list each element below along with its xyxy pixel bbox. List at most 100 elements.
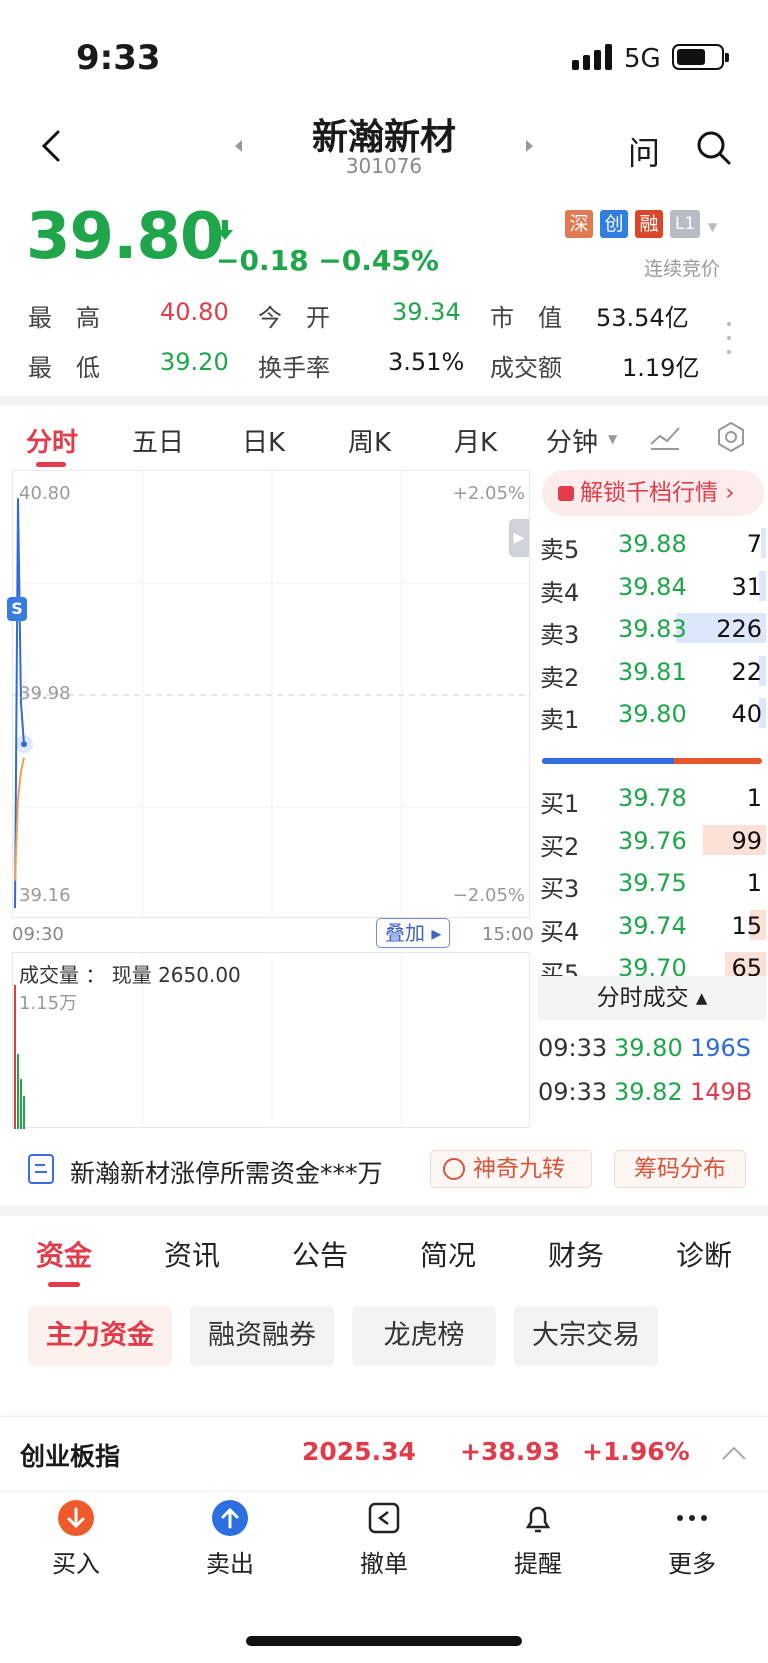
ask-price: 39.80 — [618, 700, 687, 728]
stat-value-low: 39.20 — [160, 348, 229, 376]
tab-news[interactable]: 资讯 — [164, 1234, 220, 1274]
tab-financials[interactable]: 财务 — [548, 1234, 604, 1274]
intraday-chart[interactable]: 40.80 +2.05% 39.98 39.16 −2.05% ▶ S — [7, 470, 531, 919]
nav-sell-label: 卖出 — [206, 1550, 254, 1578]
volume-chart[interactable]: 成交量 ： 现量 2650.00 1.15万 — [12, 952, 530, 1129]
change-value: −0.18 — [216, 244, 309, 277]
limit-up-capital-link[interactable]: 新瀚新材涨停所需资金***万 — [70, 1154, 383, 1190]
search-icon[interactable] — [694, 128, 734, 168]
bid-price: 39.75 — [618, 869, 687, 897]
tab-intraday[interactable]: 分时 — [26, 422, 78, 459]
tab-daily-k[interactable]: 日K — [242, 422, 285, 459]
ask-price: 39.88 — [618, 530, 687, 558]
minute-dropdown-icon[interactable]: ▼ — [608, 432, 617, 446]
stat-label-open: 今 开 — [258, 304, 330, 332]
ask-vol: 31 — [731, 572, 762, 601]
tab-monthly-k[interactable]: 月K — [454, 422, 497, 459]
index-bar[interactable]: 创业板指 2025.34 +38.93 +1.96% — [0, 1416, 768, 1492]
down-arrow-icon — [216, 220, 234, 242]
indicator-icon[interactable] — [648, 422, 682, 452]
tab-diagnosis[interactable]: 诊断 — [676, 1234, 732, 1274]
subtab-main-capital[interactable]: 主力资金 — [28, 1306, 172, 1366]
ask-vol: 7 — [746, 530, 762, 558]
bid-row[interactable]: 买4 39.74 15 — [540, 906, 766, 946]
ask-row[interactable]: 卖4 39.84 31 — [540, 567, 766, 607]
tab-minute[interactable]: 分钟 — [546, 422, 598, 459]
bid-row[interactable]: 买1 39.78 1 — [540, 778, 766, 818]
more-stats-icon[interactable] — [726, 320, 732, 356]
ask-price: 39.84 — [618, 572, 687, 601]
chevron-up-icon[interactable] — [720, 1443, 748, 1463]
volume-separator: ： — [85, 963, 106, 987]
trade-status: 连续竞价 — [644, 258, 721, 280]
bid-price: 39.76 — [618, 826, 687, 855]
bid-vol: 1 — [746, 869, 762, 897]
trade-time: 09:33 — [538, 1078, 608, 1106]
magic-nine-label: 神奇九转 — [473, 1156, 565, 1182]
index-name: 创业板指 — [20, 1442, 121, 1471]
tab-profile[interactable]: 简况 — [420, 1234, 476, 1274]
unlock-depth-button[interactable]: 解锁千档行情 › — [542, 470, 764, 516]
ask-vol: 22 — [731, 657, 762, 686]
y-axis-high: 40.80 — [19, 483, 71, 504]
ask-row[interactable]: 卖3 39.83 226 — [540, 609, 766, 649]
tag-dropdown-icon[interactable]: ▼ — [708, 220, 717, 234]
signal-icon — [572, 44, 614, 70]
subtab-block-trade[interactable]: 大宗交易 — [514, 1306, 658, 1366]
nav-sell[interactable]: 卖出 — [180, 1500, 280, 1579]
tab-weekly-k[interactable]: 周K — [348, 422, 391, 459]
pct-axis-low: −2.05% — [452, 885, 525, 906]
nav-alert[interactable]: 提醒 — [488, 1500, 588, 1579]
ask-row[interactable]: 卖2 39.81 22 — [540, 652, 766, 692]
tab-capital[interactable]: 资金 — [36, 1234, 92, 1274]
nav-more[interactable]: 更多 — [642, 1500, 742, 1579]
order-ratio-bar — [542, 758, 762, 764]
expand-handle[interactable]: ▶ — [509, 519, 529, 557]
overlay-label: 叠加 — [385, 921, 425, 945]
time-end: 15:00 — [482, 924, 534, 945]
stat-label-turnover: 换手率 — [258, 354, 330, 382]
volume-bar — [14, 985, 16, 1129]
nav-buy[interactable]: 买入 — [26, 1500, 126, 1579]
index-change: +38.93 — [460, 1437, 561, 1466]
nav-cancel-order[interactable]: 撤单 — [334, 1500, 434, 1579]
next-stock-icon[interactable] — [524, 138, 536, 154]
overlay-button[interactable]: 叠加 ▸ — [376, 918, 451, 948]
stat-value-amount: 1.19亿 — [622, 354, 700, 382]
tab-announcements[interactable]: 公告 — [292, 1234, 348, 1274]
ask-row[interactable]: 卖5 39.88 7 — [540, 524, 766, 564]
network-type: 5G — [624, 44, 661, 74]
ask-volume-bar — [761, 528, 766, 558]
volume-header: 成交量 ： 现量 2650.00 — [19, 959, 241, 988]
volume-label: 成交量 — [19, 963, 79, 987]
check-circle-icon — [443, 1158, 465, 1180]
y-axis-mid: 39.98 — [19, 683, 71, 704]
index-percent: +1.96% — [582, 1437, 690, 1466]
chip-distribution-button[interactable]: 筹码分布 — [614, 1150, 746, 1188]
ask-button[interactable]: 问 — [628, 128, 660, 174]
volume-bar — [20, 1078, 22, 1129]
unlock-label: 解锁千档行情 — [580, 480, 718, 506]
sell-icon — [212, 1500, 248, 1536]
bid-label: 买3 — [540, 875, 580, 903]
ask-label: 卖1 — [540, 706, 580, 734]
bid-price: 39.78 — [618, 784, 687, 812]
tab-five-day[interactable]: 五日 — [132, 422, 184, 459]
home-indicator — [246, 1636, 522, 1646]
trade-price: 39.82 — [614, 1078, 683, 1106]
subtab-dragon-tiger[interactable]: 龙虎榜 — [352, 1306, 496, 1366]
last-point — [21, 741, 27, 748]
ask-row[interactable]: 卖1 39.80 40 — [540, 694, 766, 734]
subtab-margin-trading[interactable]: 融资融券 — [190, 1306, 334, 1366]
sell-marker-badge[interactable]: S — [7, 597, 27, 621]
bid-row[interactable]: 买3 39.75 1 — [540, 863, 766, 903]
volume-now: 现量 2650.00 — [111, 963, 241, 987]
tag-level1[interactable]: L1 — [670, 210, 700, 238]
magic-nine-button[interactable]: 神奇九转 — [430, 1150, 592, 1188]
bid-row[interactable]: 买2 39.76 99 — [540, 821, 766, 861]
settings-icon[interactable] — [714, 420, 748, 454]
tag-chinext: 创 — [600, 210, 628, 238]
stat-label-mktcap: 市 值 — [490, 304, 562, 332]
trades-header[interactable]: 分时成交 ▴ — [538, 976, 766, 1020]
stat-label-high: 最 高 — [28, 304, 100, 332]
